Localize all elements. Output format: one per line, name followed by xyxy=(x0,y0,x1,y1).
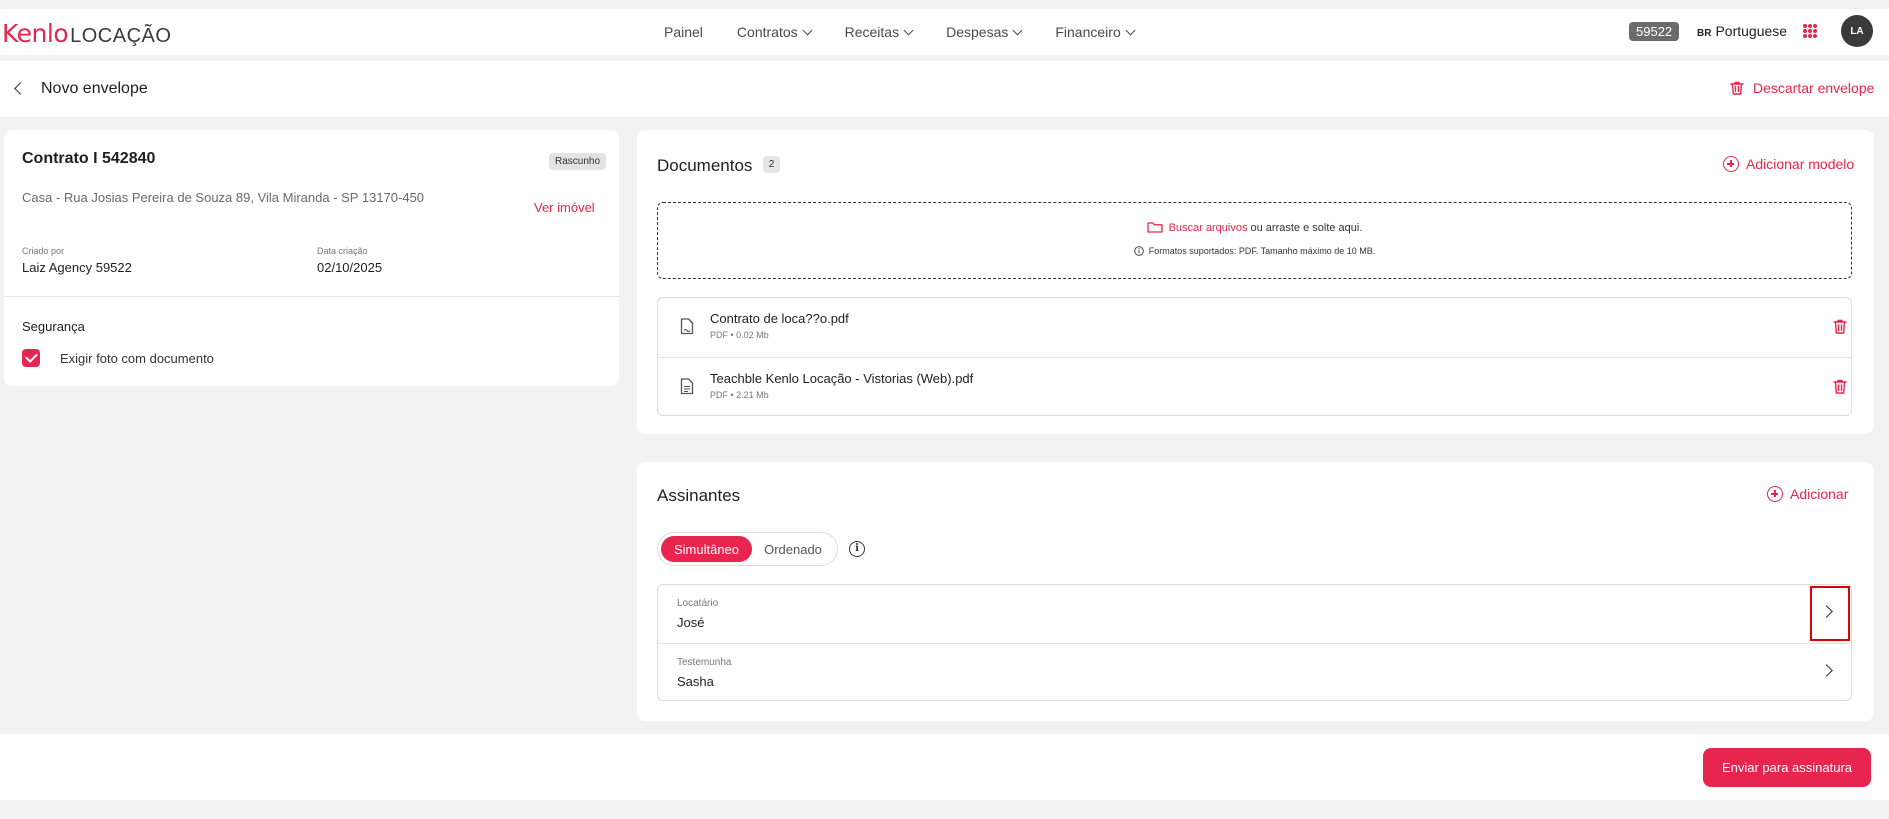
add-model-button[interactable]: Adicionar modelo xyxy=(1723,156,1854,172)
language-name: Portuguese xyxy=(1715,23,1788,39)
language-selector[interactable]: BR Portuguese xyxy=(1697,23,1787,39)
signer-row-testemunha[interactable]: Testemunha Sasha xyxy=(658,643,1851,701)
plus-circle-icon xyxy=(1767,486,1783,502)
menu-item-contratos[interactable]: Contratos xyxy=(736,24,813,40)
created-by-value: Laiz Agency 59522 xyxy=(22,260,132,275)
signer-role: Locatário xyxy=(677,598,719,609)
signing-mode-info-icon[interactable]: i xyxy=(849,541,865,557)
dropzone-text-line: Buscar arquivos ou arraste e solte aqui. xyxy=(658,221,1851,234)
chevron-right-icon[interactable] xyxy=(1820,664,1833,677)
menu-item-painel[interactable]: Painel xyxy=(664,24,703,40)
dropzone-hint: Formatos suportados: PDF. Tamanho máximo… xyxy=(1148,246,1376,256)
created-date-value: 02/10/2025 xyxy=(317,260,383,275)
signer-list: Locatário José Testemunha Sasha xyxy=(657,584,1852,701)
folder-icon xyxy=(1146,222,1163,233)
file-item: Contrato de loca??o.pdf PDF • 0.02 Mb xyxy=(658,298,1851,357)
menu-item-label: Contratos xyxy=(736,24,798,40)
status-badge: Rascunho xyxy=(549,153,607,170)
user-avatar[interactable]: LA xyxy=(1841,15,1873,47)
add-model-label: Adicionar modelo xyxy=(1746,156,1855,172)
menu-item-receitas[interactable]: Receitas xyxy=(844,24,914,40)
require-photo-label: Exigir foto com documento xyxy=(60,351,214,366)
require-photo-checkbox[interactable] xyxy=(22,349,40,367)
main-menu: Painel Contratos Receitas Despesas Finan… xyxy=(664,9,1168,55)
file-meta: PDF • 0.02 Mb xyxy=(710,330,769,340)
send-for-signature-button[interactable]: Enviar para assinatura xyxy=(1703,748,1871,787)
footer-bar: Enviar para assinatura xyxy=(0,734,1889,800)
language-flag: BR xyxy=(1697,28,1712,39)
trash-icon xyxy=(1730,81,1744,95)
file-contract-icon xyxy=(680,318,694,335)
documents-card: Documentos 2 Adicionar modelo Buscar arq… xyxy=(637,130,1874,434)
menu-item-label: Receitas xyxy=(844,24,900,40)
info-icon xyxy=(1134,246,1144,256)
file-dropzone[interactable]: Buscar arquivos ou arraste e solte aqui.… xyxy=(657,202,1852,279)
add-signer-button[interactable]: Adicionar xyxy=(1767,486,1848,502)
see-property-link[interactable]: Ver imóvel xyxy=(534,200,595,215)
browse-files-link[interactable]: Buscar arquivos xyxy=(1169,222,1248,234)
signer-name: José xyxy=(677,615,705,630)
file-name: Contrato de loca??o.pdf xyxy=(710,311,849,326)
contract-title: Contrato I 542840 xyxy=(22,150,156,167)
file-name: Teachble Kenlo Locação - Vistorias (Web)… xyxy=(710,371,974,386)
add-signer-label: Adicionar xyxy=(1790,486,1849,502)
file-meta: PDF • 2.21 Mb xyxy=(710,390,769,400)
documents-count-badge: 2 xyxy=(763,156,780,173)
menu-item-despesas[interactable]: Despesas xyxy=(946,24,1023,40)
mode-ordered-option[interactable]: Ordenado xyxy=(752,536,834,562)
property-address: Casa - Rua Josias Pereira de Souza 89, V… xyxy=(22,190,425,205)
file-list: Contrato de loca??o.pdf PDF • 0.02 Mb Te… xyxy=(657,297,1852,416)
created-date-label: Data criação xyxy=(317,246,368,256)
agency-id-badge[interactable]: 59522 xyxy=(1629,22,1680,41)
discard-envelope-button[interactable]: Descartar envelope xyxy=(1729,80,1874,96)
menu-item-label: Painel xyxy=(664,24,703,40)
security-title: Segurança xyxy=(22,319,85,334)
logo-product: LOCAÇÃO xyxy=(70,25,172,47)
back-arrow-icon[interactable] xyxy=(14,82,27,95)
menu-item-label: Financeiro xyxy=(1055,24,1121,40)
signing-mode-toggle: Simultâneo Ordenado xyxy=(657,532,838,566)
dropzone-instruction: ou arraste e solte aqui. xyxy=(1247,221,1363,234)
delete-file-trash-icon[interactable] xyxy=(1832,378,1848,395)
menu-item-financeiro[interactable]: Financeiro xyxy=(1055,24,1136,40)
mode-simultaneous-option[interactable]: Simultâneo xyxy=(661,536,752,562)
file-document-icon xyxy=(680,378,694,395)
divider xyxy=(4,296,619,297)
chevron-down-icon xyxy=(802,25,813,35)
chevron-down-icon xyxy=(903,25,914,35)
documents-title: Documentos xyxy=(657,156,753,175)
chevron-down-icon xyxy=(1012,25,1023,35)
top-strip xyxy=(0,0,1889,9)
app-logo[interactable]: Kenlo LOCAÇÃO xyxy=(2,19,171,48)
logo-brand: Kenlo xyxy=(2,19,69,48)
signers-card: Assinantes Adicionar Simultâneo Ordenado… xyxy=(637,462,1874,721)
plus-circle-icon xyxy=(1723,156,1739,172)
menu-item-label: Despesas xyxy=(946,24,1009,40)
created-by-label: Criado por xyxy=(22,246,65,256)
delete-file-trash-icon[interactable] xyxy=(1832,318,1848,335)
discard-label: Descartar envelope xyxy=(1753,80,1875,96)
top-navbar: Kenlo LOCAÇÃO Painel Contratos Receitas … xyxy=(0,9,1889,55)
dropzone-hint-line: Formatos suportados: PDF. Tamanho máximo… xyxy=(658,246,1851,256)
contract-info-card: Contrato I 542840 Rascunho Casa - Rua Jo… xyxy=(4,130,619,386)
page-header: Novo envelope Descartar envelope xyxy=(0,61,1889,117)
signers-title: Assinantes xyxy=(657,486,741,505)
signer-role: Testemunha xyxy=(677,657,732,668)
file-item: Teachble Kenlo Locação - Vistorias (Web)… xyxy=(658,357,1851,416)
signer-row-locatario[interactable]: Locatário José xyxy=(658,585,1851,643)
signer-name: Sasha xyxy=(677,674,714,689)
apps-grid-icon[interactable] xyxy=(1803,24,1817,38)
page-title: Novo envelope xyxy=(41,80,148,97)
chevron-down-icon xyxy=(1125,25,1136,35)
